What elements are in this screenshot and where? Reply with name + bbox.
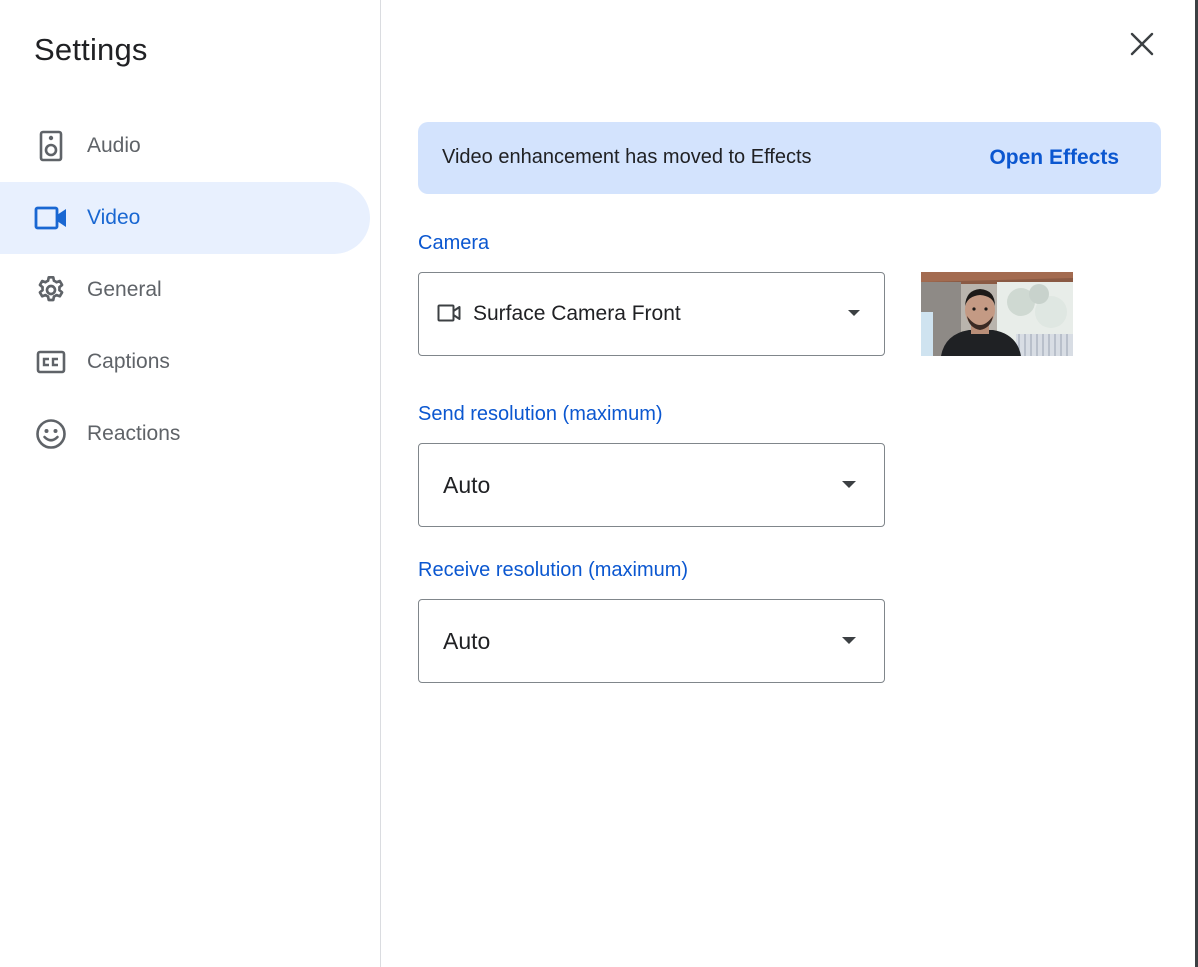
- videocam-icon: [34, 200, 68, 236]
- send-resolution-label: Send resolution (maximum): [418, 403, 663, 425]
- sidebar-item-video[interactable]: Video: [0, 182, 370, 254]
- sidebar-item-reactions[interactable]: Reactions: [0, 398, 370, 470]
- chevron-down-icon: [842, 637, 856, 644]
- closed-captions-icon: [34, 344, 68, 380]
- receive-resolution-select[interactable]: Auto: [418, 599, 885, 683]
- videocam-icon: [437, 303, 461, 328]
- settings-title: Settings: [34, 32, 148, 67]
- sidebar-item-label: Audio: [87, 134, 141, 157]
- send-resolution-select[interactable]: Auto: [418, 443, 885, 527]
- sidebar-item-label: Reactions: [87, 422, 181, 445]
- settings-sidebar: Settings Audio Video General Captions Re…: [0, 0, 381, 967]
- open-effects-link[interactable]: Open Effects: [989, 146, 1119, 170]
- camera-select-value: Surface Camera Front: [473, 302, 681, 325]
- sidebar-item-label: General: [87, 278, 162, 301]
- settings-nav: Audio Video General Captions Reactions: [0, 110, 370, 470]
- close-icon: [1130, 32, 1154, 61]
- chevron-down-icon: [842, 481, 856, 488]
- camera-preview-thumbnail: [921, 272, 1073, 356]
- sidebar-item-label: Captions: [87, 350, 170, 373]
- settings-dialog: Settings Audio Video General Captions Re…: [0, 0, 1198, 967]
- banner-text: Video enhancement has moved to Effects: [442, 146, 812, 168]
- effects-banner: Video enhancement has moved to Effects O…: [418, 122, 1161, 194]
- receive-resolution-value: Auto: [443, 628, 491, 654]
- camera-label: Camera: [418, 232, 490, 254]
- chevron-down-icon: [848, 310, 860, 316]
- sidebar-item-captions[interactable]: Captions: [0, 326, 370, 398]
- sidebar-item-general[interactable]: General: [0, 254, 370, 326]
- receive-resolution-label: Receive resolution (maximum): [418, 559, 689, 581]
- sidebar-item-audio[interactable]: Audio: [0, 110, 370, 182]
- gear-icon: [34, 272, 68, 308]
- smiley-face-icon: [34, 416, 68, 452]
- camera-select[interactable]: Surface Camera Front: [418, 272, 885, 356]
- send-resolution-value: Auto: [443, 472, 491, 498]
- close-button[interactable]: [1120, 24, 1164, 68]
- speaker-icon: [34, 128, 68, 164]
- sidebar-item-label: Video: [87, 206, 141, 229]
